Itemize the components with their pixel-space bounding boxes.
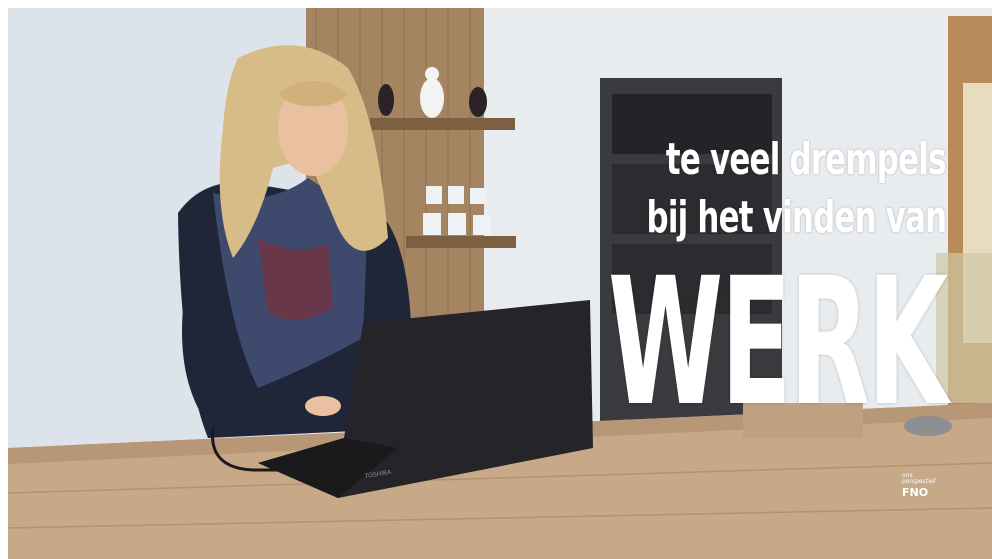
caption-emphasis-word: WERK [608, 240, 948, 445]
title-overlay: te veel drempels bij het vinden van WERK [8, 8, 992, 559]
video-frame: TOSHIBA te veel drempels bij het vinden … [8, 8, 992, 559]
logo-line-2: perspectief [902, 478, 936, 485]
caption-line-2: bij het vinden van [646, 192, 947, 243]
caption-line-1: te veel drempels [666, 134, 947, 185]
fno-logo: ons perspectief FNO [902, 473, 950, 499]
logo-name: FNO [902, 486, 929, 499]
